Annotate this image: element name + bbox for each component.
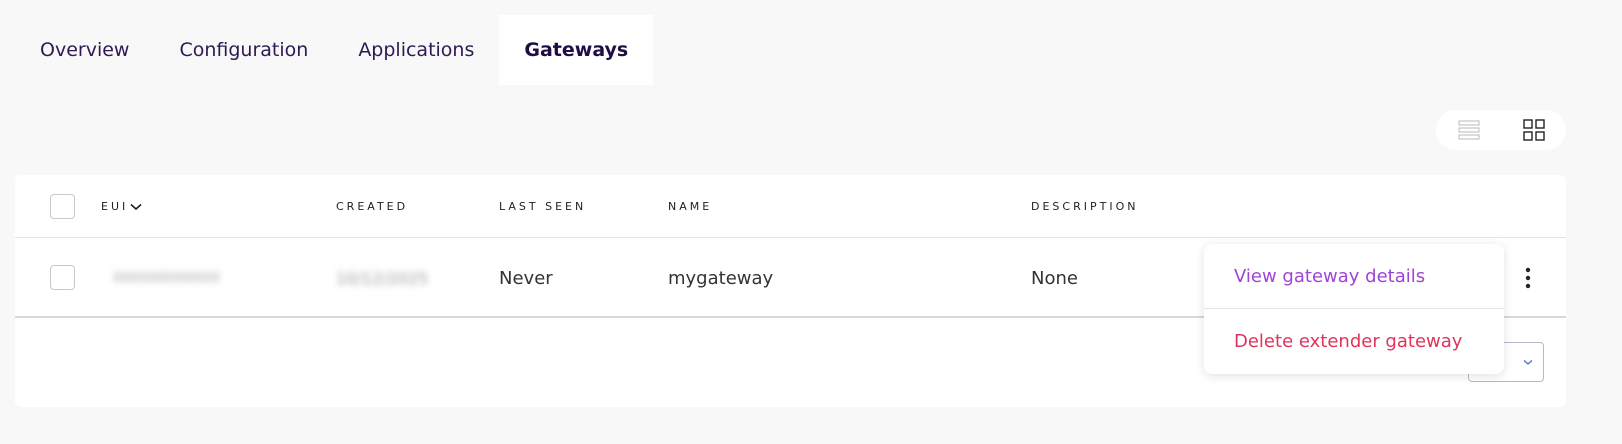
tab-applications[interactable]: Applications <box>333 15 499 85</box>
eui-value: XXXXXXXXXXXX <box>113 270 220 286</box>
grid-view-button[interactable] <box>1514 110 1554 150</box>
tab-gateways[interactable]: Gateways <box>499 15 654 85</box>
row-actions-menu: View gateway details Delete extender gat… <box>1204 244 1504 374</box>
column-header-description[interactable]: DESCRIPTION <box>1031 175 1138 238</box>
view-toggle <box>1436 110 1566 150</box>
tab-bar: Overview Configuration Applications Gate… <box>15 15 654 85</box>
row-actions-button[interactable] <box>1513 238 1543 318</box>
column-header-created[interactable]: CREATED <box>336 175 408 238</box>
tab-configuration[interactable]: Configuration <box>154 15 333 85</box>
chevron-down-icon <box>130 203 142 210</box>
last-seen-value: Never <box>499 267 553 289</box>
row-checkbox[interactable] <box>50 265 75 290</box>
column-header-eui-label: EUI <box>101 200 129 213</box>
view-gateway-details-item[interactable]: View gateway details <box>1204 244 1504 308</box>
more-vertical-icon <box>1525 267 1531 289</box>
name-value: mygateway <box>668 267 774 289</box>
created-value: 10/12/2025 <box>336 268 429 288</box>
column-header-name[interactable]: NAME <box>668 175 712 238</box>
chevron-down-icon <box>1523 359 1533 365</box>
delete-extender-gateway-item[interactable]: Delete extender gateway <box>1204 309 1504 373</box>
grid-view-icon <box>1522 119 1545 141</box>
column-header-eui[interactable]: EUI <box>101 175 142 238</box>
column-header-last-seen[interactable]: LAST SEEN <box>499 175 586 238</box>
list-view-icon <box>1457 120 1480 140</box>
list-view-button[interactable] <box>1449 110 1489 150</box>
table-header: EUI CREATED LAST SEEN NAME DESCRIPTION <box>15 175 1566 238</box>
tab-overview[interactable]: Overview <box>15 15 154 85</box>
select-all-checkbox[interactable] <box>50 194 75 219</box>
description-value: None <box>1031 267 1078 289</box>
